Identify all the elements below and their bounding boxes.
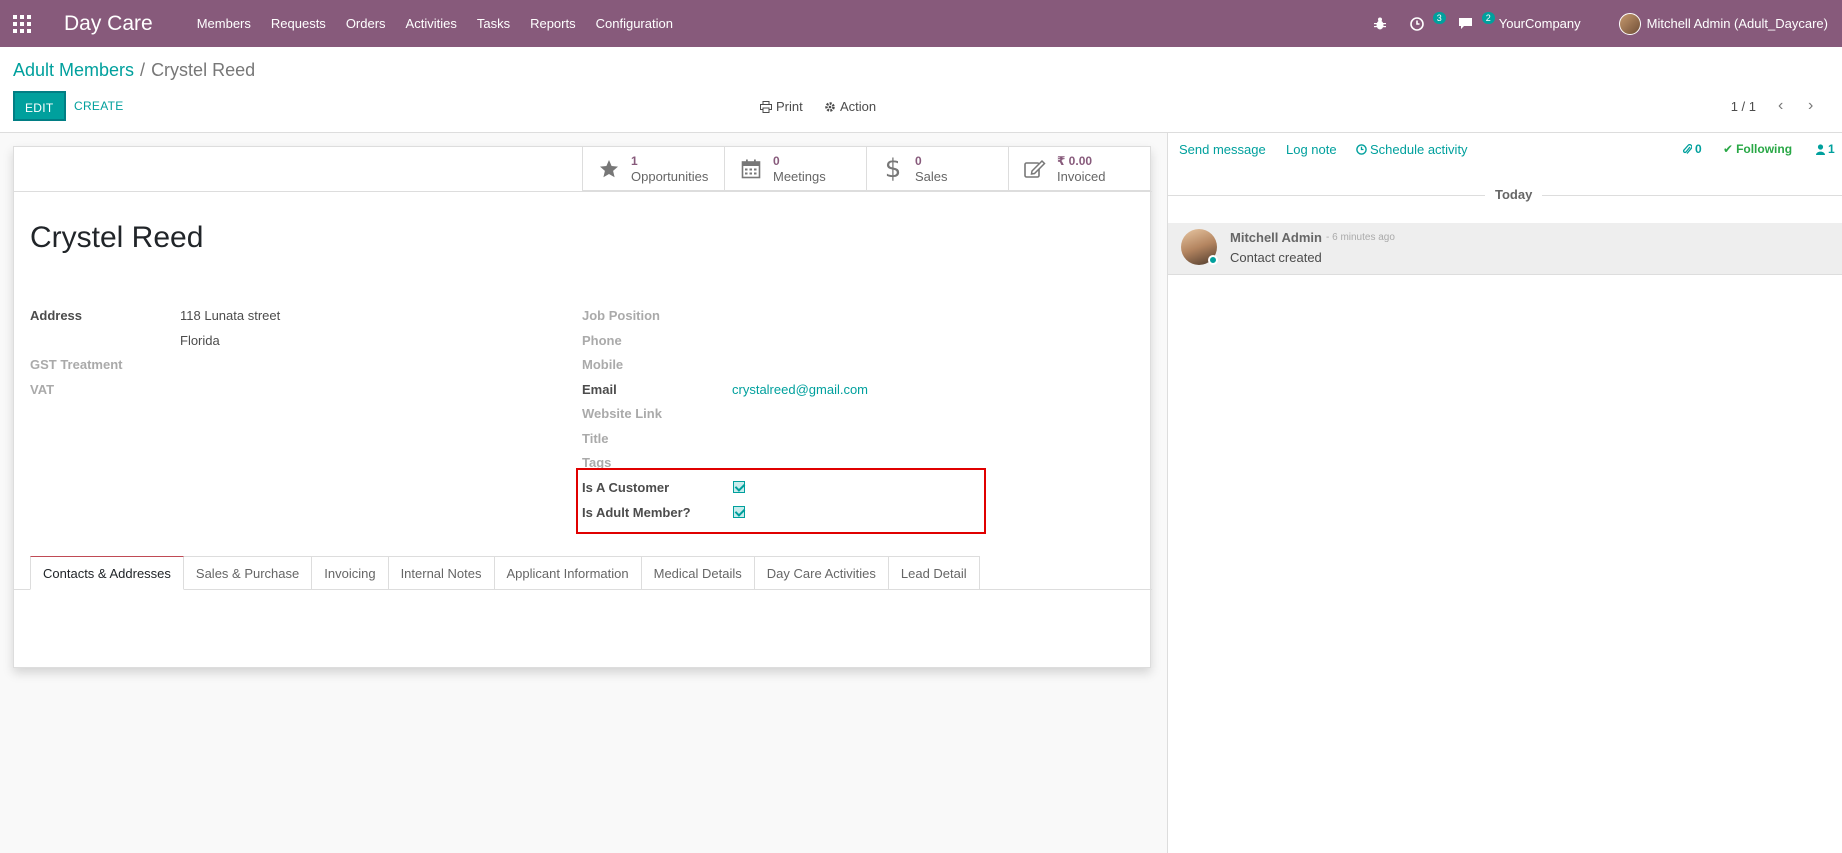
top-navbar: Day Care Members Requests Orders Activit… [0,0,1842,47]
edit-button[interactable]: EDIT [13,91,66,121]
dollar-icon: $ [884,154,902,184]
create-button[interactable]: CREATE [74,91,124,121]
messages-icon[interactable]: 2 [1446,0,1495,47]
smart-button-box: 1 Opportunities 0 Meetings $ 0 Sales ₹ 0.00… [582,147,1150,191]
following-label: Following [1736,142,1793,156]
meetings-button[interactable]: 0 Meetings [724,147,866,191]
address-label: Address [30,308,83,323]
invoiced-button[interactable]: ₹ 0.00 Invoiced [1008,147,1150,191]
menu-reports[interactable]: Reports [520,0,586,47]
meetings-count: 0 [773,154,780,168]
company-switcher[interactable]: YourCompany [1495,0,1607,47]
message-body: Contact created [1230,250,1322,265]
schedule-activity-label: Schedule activity [1370,142,1468,157]
meetings-label: Meetings [773,169,826,184]
invoiced-amount: ₹ 0.00 [1057,154,1093,168]
tab-day-care-activities[interactable]: Day Care Activities [754,556,889,590]
attachments-count: 0 [1695,142,1702,156]
debug-icon[interactable] [1362,0,1398,47]
followers-count: 1 [1828,142,1835,156]
pager-value[interactable]: 1 / 1 [1731,99,1756,114]
pager-next-icon[interactable]: › [1808,97,1813,115]
opportunities-label: Opportunities [631,169,709,184]
apps-menu-icon[interactable] [0,0,44,47]
action-dropdown[interactable]: Action [824,99,876,114]
paperclip-icon [1683,143,1692,154]
title-label: Title [582,431,609,446]
gst-treatment-label: GST Treatment [30,357,123,372]
opportunities-button[interactable]: 1 Opportunities [582,147,724,191]
job-position-label: Job Position [582,308,660,323]
menu-orders[interactable]: Orders [336,0,396,47]
email-link[interactable]: crystalreed@gmail.com [732,382,868,397]
highlight-annotation [576,468,986,534]
app-name[interactable]: Day Care [64,12,153,36]
message-time: - 6 minutes ago [1326,232,1395,243]
sales-button[interactable]: $ 0 Sales [866,147,1008,191]
tab-internal-notes[interactable]: Internal Notes [388,556,495,590]
control-panel: Adult Members / Crystel Reed EDIT CREATE P… [0,47,1842,133]
menu-requests[interactable]: Requests [261,0,336,47]
opportunities-count: 1 [631,154,638,168]
mobile-label: Mobile [582,357,624,372]
menu-activities[interactable]: Activities [396,0,467,47]
tab-invoicing[interactable]: Invoicing [312,556,389,590]
address-state: Florida [180,333,220,348]
notebook-tabs: Contacts & Addresses Sales & Purchase In… [30,556,980,590]
gear-icon [825,101,835,112]
followers-button[interactable]: 1 [1816,142,1835,156]
print-icon [760,100,772,113]
user-icon [1816,143,1825,155]
print-dropdown[interactable]: Print [760,99,803,114]
user-avatar [1618,12,1641,35]
tab-lead-detail[interactable]: Lead Detail [888,556,980,590]
sales-count: 0 [915,154,922,168]
messages-badge: 2 [1481,12,1495,24]
phone-label: Phone [582,333,622,348]
chatter-topbar: Send message Log note Schedule activity … [1168,133,1842,169]
breadcrumb-separator: / [140,60,146,80]
form-sheet: 1 Opportunities 0 Meetings $ 0 Sales ₹ 0.00… [13,146,1152,668]
print-label: Print [776,99,803,114]
chatter-message: Mitchell Admin - 6 minutes ago Contact c… [1168,223,1842,275]
attachments-button[interactable]: 0 [1683,142,1702,156]
user-name: Mitchell Admin (Adult_Daycare) [1646,16,1828,31]
log-note-button[interactable]: Log note [1286,142,1337,157]
record-name[interactable]: Crystel Reed [30,221,203,255]
date-label: Today [1485,187,1543,202]
menu-members[interactable]: Members [187,0,261,47]
tab-medical-details[interactable]: Medical Details [641,556,755,590]
user-menu[interactable]: Mitchell Admin (Adult_Daycare) [1607,0,1842,47]
clock-icon [1356,144,1367,155]
tab-sales-purchase[interactable]: Sales & Purchase [183,556,313,590]
message-author[interactable]: Mitchell Admin [1230,230,1322,245]
activity-clock-icon[interactable]: 3 [1398,0,1446,47]
pager-previous-icon[interactable]: ‹ [1778,97,1783,115]
website-label: Website Link [582,406,662,421]
divider [14,191,1152,192]
breadcrumb-current: Crystel Reed [151,60,256,80]
sales-label: Sales [915,169,948,184]
menu-configuration[interactable]: Configuration [586,0,683,47]
chatter-panel: Send message Log note Schedule activity … [1167,133,1842,853]
send-message-button[interactable]: Send message [1179,142,1266,157]
tab-applicant-information[interactable]: Applicant Information [494,556,642,590]
check-icon: ✔ [1723,142,1734,156]
calendar-icon [739,157,763,181]
schedule-activity-button[interactable]: Schedule activity [1356,142,1468,157]
activity-badge: 3 [1432,12,1446,24]
email-label: Email [582,382,617,397]
edit-icon [1023,157,1047,181]
following-button[interactable]: ✔ Following [1723,142,1792,156]
star-icon [597,157,621,181]
tab-contacts-addresses[interactable]: Contacts & Addresses [30,556,184,590]
invoiced-label: Invoiced [1057,169,1106,184]
vat-label: VAT [30,382,55,397]
menu-tasks[interactable]: Tasks [467,0,520,47]
action-label: Action [840,99,877,114]
online-status-icon [1208,255,1218,265]
breadcrumb: Adult Members / Crystel Reed [13,60,255,81]
address-street: 118 Lunata street [180,308,281,323]
breadcrumb-parent[interactable]: Adult Members [13,60,134,80]
